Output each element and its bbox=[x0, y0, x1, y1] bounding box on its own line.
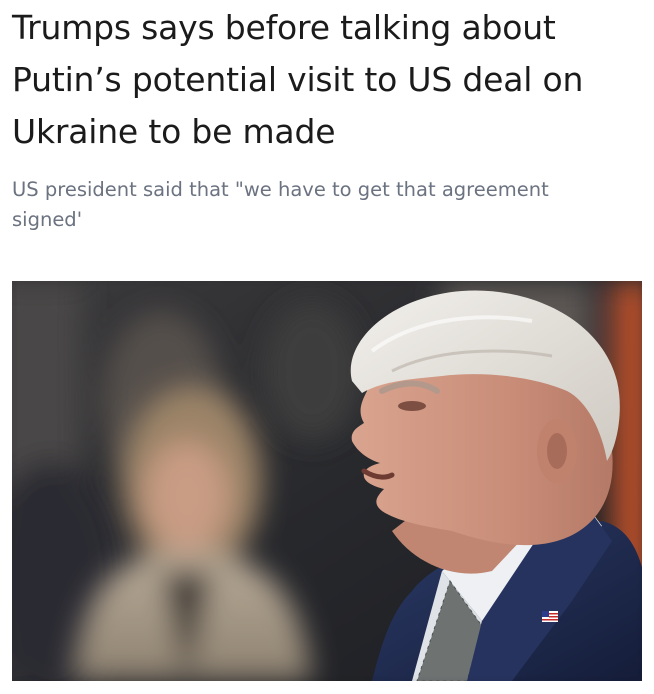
article-photo[interactable] bbox=[12, 281, 642, 681]
article-headline[interactable]: Trumps says before talking about Putin’s… bbox=[12, 2, 642, 158]
flag-pin-icon bbox=[542, 611, 558, 622]
speaker bbox=[350, 290, 642, 681]
photo-illustration bbox=[12, 281, 642, 681]
news-article: Trumps says before talking about Putin’s… bbox=[0, 0, 654, 694]
article-subtitle: US president said that "we have to get t… bbox=[12, 178, 549, 231]
